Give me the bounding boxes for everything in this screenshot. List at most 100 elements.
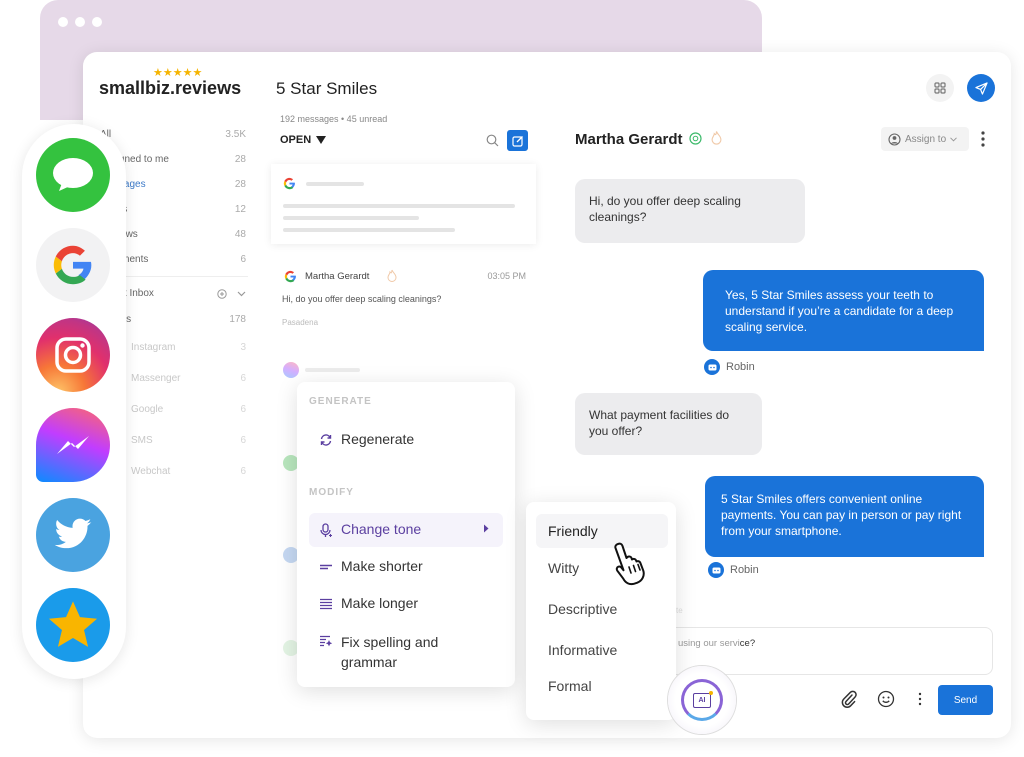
status-badge-icon	[689, 132, 702, 145]
messenger-icon	[283, 362, 299, 378]
search-button[interactable]	[486, 134, 499, 152]
composer-more-button[interactable]	[917, 692, 923, 711]
conversation-location: Pasadena	[282, 318, 319, 327]
sidebar-item-count: 28	[234, 179, 246, 190]
regenerate-menu-item[interactable]: Regenerate	[309, 423, 503, 457]
agent-label: Robin	[708, 562, 759, 578]
channel-imessage[interactable]	[36, 138, 110, 212]
make-longer-menu-item[interactable]: Make longer	[309, 587, 503, 621]
tone-option-informative[interactable]: Informative	[536, 633, 668, 667]
compose-button[interactable]	[507, 130, 528, 151]
twitter-icon	[54, 518, 92, 549]
sidebar-item-label: Webchat	[131, 466, 171, 477]
sidebar-item-count: 6	[240, 373, 246, 384]
paper-plane-icon	[974, 81, 988, 95]
agent-name: Robin	[730, 564, 759, 576]
grid-icon	[934, 82, 946, 94]
sidebar-item-instagram[interactable]: Instagram 3	[131, 342, 246, 353]
sidebar-item-count: 6	[240, 466, 246, 477]
sidebar-item-all[interactable]: All3.5K	[100, 129, 246, 140]
conversation-time: 03:05 PM	[487, 271, 526, 281]
tone-option-formal[interactable]: Formal	[536, 669, 668, 703]
chat-more-button[interactable]	[978, 130, 988, 153]
ai-ring: AI	[681, 679, 723, 721]
fix-spelling-menu-item[interactable]: Fix spelling and grammar	[309, 624, 503, 676]
sidebar-item-count: 6	[240, 404, 246, 415]
hand-pointer-cursor-icon	[614, 542, 645, 586]
sidebar-item-count: 178	[229, 314, 246, 325]
send-button[interactable]: Send	[938, 685, 993, 715]
conversation-item[interactable]: Martha Gerardt 03:05 PM Hi, do you offer…	[271, 258, 536, 340]
sidebar-item-sms[interactable]: SMS 6	[131, 435, 246, 446]
google-icon	[284, 270, 296, 283]
flame-icon	[387, 269, 397, 282]
more-vertical-icon	[918, 692, 922, 706]
add-circle-icon[interactable]	[217, 288, 227, 299]
sidebar-item-count: 12	[234, 204, 246, 215]
sidebar-item-webchat[interactable]: Webchat 6	[131, 466, 246, 477]
change-tone-label: Change tone	[341, 521, 422, 537]
sidebar-item-count: 3.5K	[225, 129, 246, 140]
google-icon	[283, 177, 295, 190]
user-circle-icon	[888, 132, 901, 146]
chevron-down-icon	[950, 136, 957, 142]
message-count-meta: 192 messages • 45 unread	[280, 114, 388, 124]
fix-spelling-label: Fix spelling and grammar	[341, 634, 439, 670]
status-filter-dropdown[interactable]: OPEN	[280, 134, 327, 146]
assign-to-dropdown[interactable]: Assign to	[881, 127, 969, 151]
mic-sparkle-icon	[320, 523, 332, 537]
make-shorter-menu-item[interactable]: Make shorter	[309, 550, 503, 584]
robot-avatar-icon	[704, 359, 720, 375]
generate-section-header: GENERATE	[309, 396, 372, 407]
sidebar-item-label: SMS	[131, 435, 153, 446]
paperclip-icon	[841, 690, 857, 708]
apps-grid-button[interactable]	[926, 74, 954, 102]
caret-down-icon	[316, 136, 327, 144]
emoji-button[interactable]	[877, 690, 895, 713]
channel-reviews[interactable]	[36, 588, 110, 662]
message-bubble-outgoing: Yes, 5 Star Smiles assess your teeth to …	[703, 270, 984, 351]
agent-label: Robin	[704, 359, 755, 375]
chat-contact-name: Martha Gerardt	[575, 131, 683, 148]
caret-right-icon	[484, 524, 489, 533]
spell-check-icon	[320, 635, 333, 647]
refresh-icon	[320, 434, 332, 446]
logo: smallbiz.reviews	[99, 78, 242, 98]
robot-avatar-icon	[708, 562, 724, 578]
ai-assist-menu: GENERATE Regenerate MODIFY Change tone M…	[297, 382, 515, 687]
short-text-icon	[320, 564, 332, 570]
sidebar-item-label: Google	[131, 404, 164, 415]
ai-assist-button[interactable]: AI	[668, 666, 736, 734]
tone-option-descriptive[interactable]: Descriptive	[536, 592, 668, 626]
imessage-icon	[53, 158, 93, 191]
flame-icon	[711, 131, 722, 145]
message-bubble-outgoing: 5 Star Smiles offers convenient online p…	[705, 476, 984, 557]
conversation-placeholder-card[interactable]	[271, 164, 536, 244]
channel-google[interactable]	[36, 228, 110, 302]
top-send-button[interactable]	[967, 74, 995, 102]
composer-text: using our service?	[678, 638, 755, 649]
sidebar-item-count: 28	[234, 154, 246, 165]
more-vertical-icon	[981, 131, 985, 147]
skeleton-line	[305, 368, 360, 372]
channel-instagram[interactable]	[36, 318, 110, 392]
sidebar-item-google[interactable]: Google 6	[131, 404, 246, 415]
chevron-down-icon[interactable]	[237, 291, 246, 297]
sidebar-item-messenger[interactable]: Massenger 6	[131, 373, 246, 384]
regenerate-label: Regenerate	[341, 431, 415, 447]
change-tone-menu-item[interactable]: Change tone	[309, 513, 503, 547]
conversation-preview: Hi, do you offer deep scaling cleanings?	[282, 294, 442, 304]
tone-submenu: Friendly Witty Descriptive Informative F…	[526, 502, 676, 720]
messenger-icon	[57, 436, 89, 454]
composer-text-suffix: ce?	[739, 638, 756, 649]
modify-section-header: MODIFY	[309, 487, 354, 498]
star-icon	[48, 601, 98, 647]
instagram-icon	[55, 337, 91, 373]
channel-twitter[interactable]	[36, 498, 110, 572]
make-shorter-label: Make shorter	[341, 558, 423, 574]
note-label: te	[676, 606, 683, 615]
channel-messenger[interactable]	[36, 408, 110, 482]
attach-button[interactable]	[840, 690, 858, 713]
skeleton-line	[306, 182, 364, 186]
business-title: 5 Star Smiles	[276, 79, 378, 98]
